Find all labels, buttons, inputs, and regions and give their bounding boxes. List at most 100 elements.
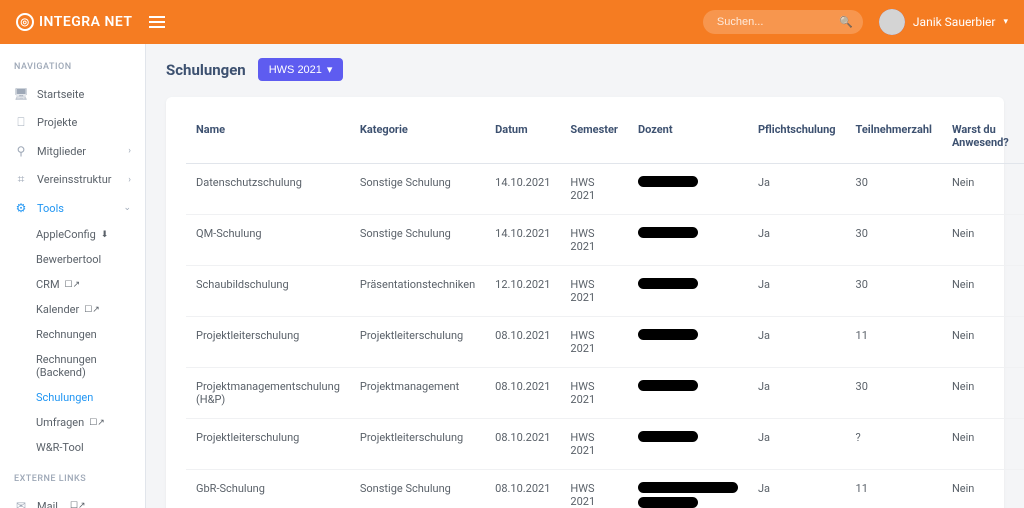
cell-count: 11: [846, 470, 942, 508]
sub-nav-label: Rechnungen (Backend): [36, 353, 131, 379]
cell-pflicht: Ja: [748, 164, 846, 215]
cell-dozent: [628, 317, 748, 368]
sub-nav-kalender[interactable]: Kalender ☐↗: [0, 297, 145, 322]
cell-actions: 🗑 ✎: [1019, 215, 1024, 266]
sub-nav-rechnungen--backend-[interactable]: Rechnungen (Backend): [0, 347, 145, 385]
semester-filter-button[interactable]: HWS 2021 ▾: [258, 58, 344, 81]
sub-nav-bewerbertool[interactable]: Bewerbertool: [0, 247, 145, 272]
logo-text: INTEGRA NET: [39, 14, 133, 30]
user-menu[interactable]: Janik Sauerbier ▾: [879, 9, 1008, 35]
table-row: GbR-Schulung Sonstige Schulung 08.10.202…: [186, 470, 1024, 508]
sub-nav-crm[interactable]: CRM ☐↗: [0, 272, 145, 297]
cell-semester: HWS 2021: [560, 368, 628, 419]
cell-anwesend: Nein: [942, 164, 1019, 215]
sidebar-item-projekte[interactable]: ⎕ Projekte: [0, 108, 145, 137]
logo[interactable]: ◎ INTEGRA NET: [16, 13, 133, 31]
header-right: 🔍 Janik Sauerbier ▾: [703, 9, 1008, 35]
cell-name: Projektmanagementschulung (H&P): [186, 368, 350, 419]
cell-dozent: [628, 164, 748, 215]
cell-dozent: [628, 215, 748, 266]
cell-name: Projektleiterschulung: [186, 317, 350, 368]
redacted-text: [638, 278, 698, 289]
cell-actions: 🗑 ✎: [1019, 470, 1024, 508]
table-card: NameKategorieDatumSemesterDozentPflichts…: [166, 97, 1004, 508]
cell-dozent: [628, 368, 748, 419]
cell-category: Präsentationstechniken: [350, 266, 485, 317]
sidebar-item-mitglieder[interactable]: ⚲ Mitglieder ›: [0, 137, 145, 165]
cell-pflicht: Ja: [748, 470, 846, 508]
cell-semester: HWS 2021: [560, 215, 628, 266]
gear-icon: ⚙: [14, 201, 28, 215]
cell-count: 30: [846, 164, 942, 215]
cell-name: QM-Schulung: [186, 215, 350, 266]
sidebar-item-tools[interactable]: ⚙ Tools ⌄: [0, 194, 145, 222]
cell-category: Sonstige Schulung: [350, 164, 485, 215]
search-box: 🔍: [703, 10, 863, 34]
cell-name: Datenschutzschulung: [186, 164, 350, 215]
table-header[interactable]: Name: [186, 115, 350, 164]
sub-nav-w-r-tool[interactable]: W&R-Tool: [0, 435, 145, 460]
cell-date: 08.10.2021: [485, 317, 560, 368]
sub-nav-schulungen[interactable]: Schulungen: [0, 385, 145, 410]
ext-link-mail[interactable]: ✉ Mail ☐↗: [0, 492, 145, 508]
cell-pflicht: Ja: [748, 419, 846, 470]
sub-nav-umfragen[interactable]: Umfragen ☐↗: [0, 410, 145, 435]
cell-semester: HWS 2021: [560, 164, 628, 215]
cell-date: 08.10.2021: [485, 419, 560, 470]
sidebar-item-label: Startseite: [37, 88, 84, 101]
cell-pflicht: Ja: [748, 368, 846, 419]
table-header[interactable]: Kategorie: [350, 115, 485, 164]
cell-date: 12.10.2021: [485, 266, 560, 317]
user-name: Janik Sauerbier: [913, 15, 996, 29]
sidebar-item-startseite[interactable]: 🖥 Startseite: [0, 80, 145, 108]
search-icon[interactable]: 🔍: [839, 16, 853, 29]
table-header[interactable]: Dozent: [628, 115, 748, 164]
external-link-icon: ☐↗: [89, 418, 105, 428]
cell-date: 14.10.2021: [485, 164, 560, 215]
users-icon: ⚲: [14, 144, 28, 158]
cell-anwesend: Nein: [942, 470, 1019, 508]
ext-link-label: Mail: [37, 500, 58, 508]
cell-count: 30: [846, 266, 942, 317]
redacted-text: [638, 176, 698, 187]
cell-anwesend: Nein: [942, 368, 1019, 419]
sub-nav-label: Kalender: [36, 303, 79, 316]
sub-nav-label: W&R-Tool: [36, 441, 84, 454]
table-row: Schaubildschulung Präsentationstechniken…: [186, 266, 1024, 317]
redacted-text: [638, 497, 698, 508]
briefcase-icon: ⎕: [14, 115, 28, 130]
table-header[interactable]: Datum: [485, 115, 560, 164]
cell-anwesend: Nein: [942, 317, 1019, 368]
main-content: Schulungen HWS 2021 ▾ NameKategorieDatum…: [146, 44, 1024, 508]
table-header[interactable]: Teilnehmerzahl: [846, 115, 942, 164]
sub-nav-label: CRM: [36, 278, 60, 291]
table-row: Projektleiterschulung Projektleiterschul…: [186, 419, 1024, 470]
table-header[interactable]: Warst du Anwesend?: [942, 115, 1019, 164]
sub-nav-label: Umfragen: [36, 416, 84, 429]
top-header: ◎ INTEGRA NET 🔍 Janik Sauerbier ▾: [0, 0, 1024, 44]
cell-category: Projektleiterschulung: [350, 419, 485, 470]
cell-actions: 🗑 ✎: [1019, 164, 1024, 215]
cell-count: ?: [846, 419, 942, 470]
table-header[interactable]: Semester: [560, 115, 628, 164]
cell-category: Projektmanagement: [350, 368, 485, 419]
page-header: Schulungen HWS 2021 ▾: [166, 58, 1004, 81]
chevron-right-icon: ›: [128, 146, 131, 156]
sub-nav-label: AppleConfig: [36, 228, 96, 241]
sidebar: NAVIGATION 🖥 Startseite ⎕ Projekte ⚲ Mit…: [0, 44, 146, 508]
redacted-text: [638, 329, 698, 340]
sub-nav-appleconfig[interactable]: AppleConfig ⬇: [0, 222, 145, 247]
cell-category: Sonstige Schulung: [350, 215, 485, 266]
cell-count: 11: [846, 317, 942, 368]
cell-count: 30: [846, 368, 942, 419]
cell-pflicht: Ja: [748, 215, 846, 266]
sub-nav-label: Bewerbertool: [36, 253, 101, 266]
sidebar-item-vereinsstruktur[interactable]: ⌗ Vereinsstruktur ›: [0, 165, 145, 194]
menu-toggle-icon[interactable]: [149, 16, 165, 28]
sub-nav-rechnungen[interactable]: Rechnungen: [0, 322, 145, 347]
cell-anwesend: Nein: [942, 266, 1019, 317]
table-header[interactable]: Pflichtschulung: [748, 115, 846, 164]
cell-anwesend: Nein: [942, 215, 1019, 266]
cell-name: GbR-Schulung: [186, 470, 350, 508]
table-row: Projektleiterschulung Projektleiterschul…: [186, 317, 1024, 368]
